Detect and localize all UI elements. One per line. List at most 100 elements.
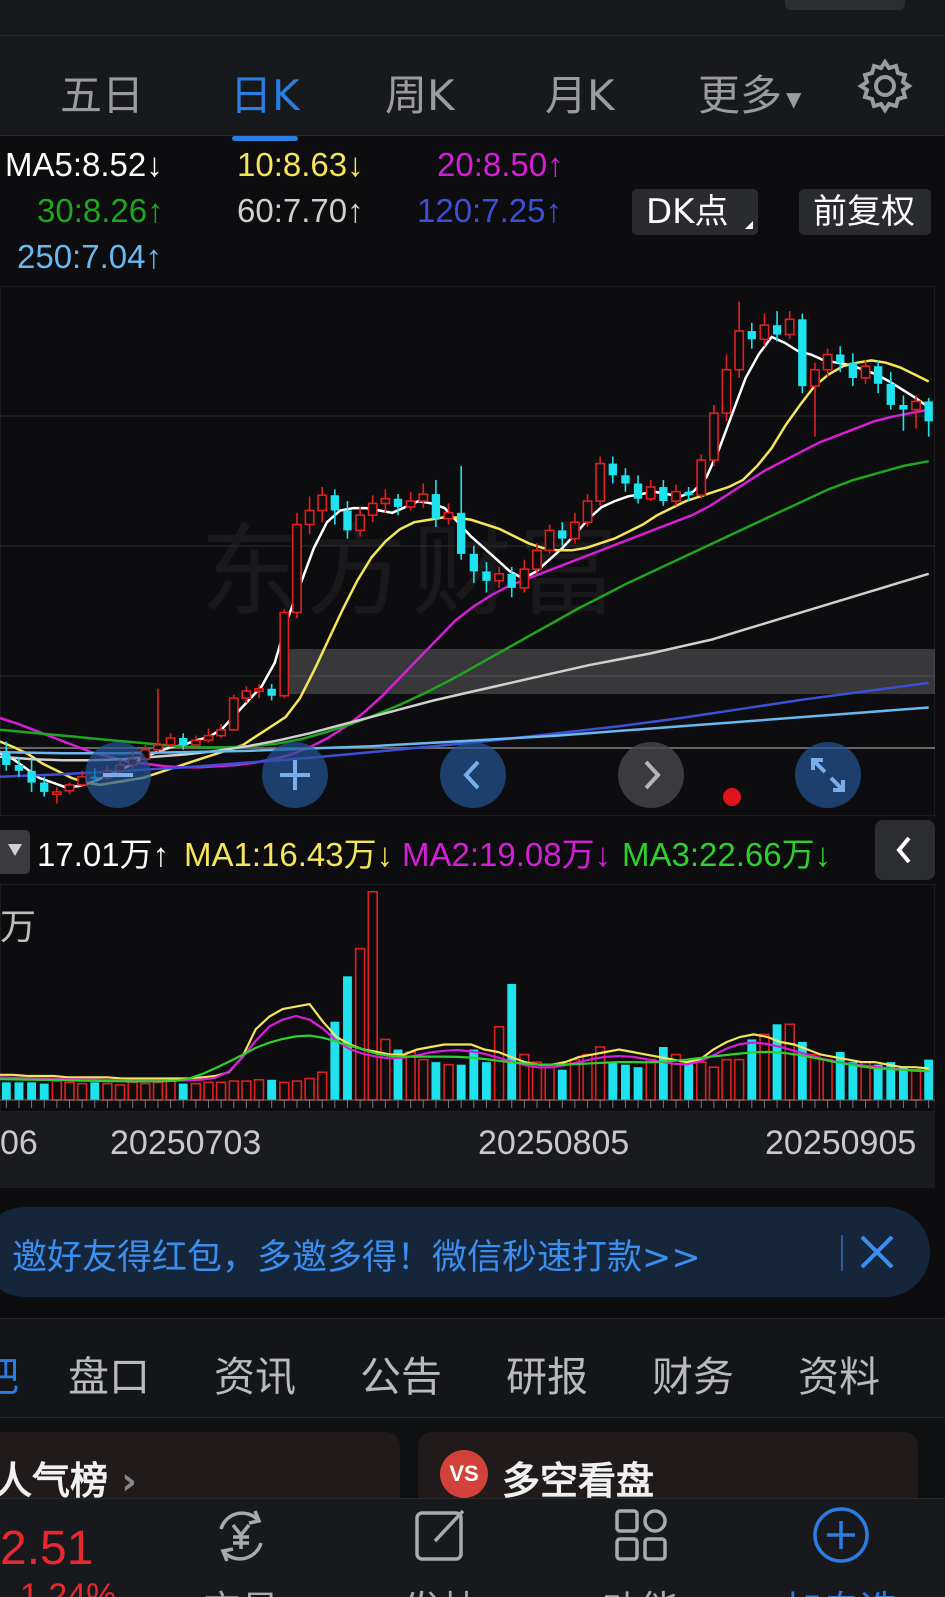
chart-grid [0, 286, 935, 816]
chart-right-button[interactable] [618, 742, 684, 808]
card-title: 多空看盘 [502, 1459, 655, 1498]
tab-forum[interactable]: 吧 [0, 1343, 19, 1403]
tab-five-day[interactable]: 五日 [60, 62, 144, 123]
volume-chart[interactable] [0, 884, 935, 1112]
volume-bar-up [51, 1080, 63, 1101]
volume-bar-up [316, 1071, 328, 1101]
ma60-text: 60:7.70 [237, 192, 348, 229]
candle-down [873, 366, 883, 384]
post-button[interactable]: 发帖 [366, 1499, 516, 1597]
volume-bar-up [152, 1081, 164, 1101]
candle-up [228, 697, 239, 731]
dk-label: DK点 [646, 192, 729, 232]
volume-bar-up [910, 1068, 922, 1101]
banner-separator [841, 1235, 843, 1271]
candle-up [519, 568, 530, 589]
tab-monthly-k[interactable]: 月K [545, 62, 615, 123]
candle-up [721, 368, 732, 414]
tab-announcements[interactable]: 公告 [360, 1343, 442, 1403]
volume-bar-up [733, 1058, 745, 1101]
chart-zoom-in-button[interactable] [262, 742, 328, 808]
tab-news[interactable]: 资讯 [214, 1343, 296, 1403]
candle-down [457, 512, 466, 554]
plus-icon [280, 760, 310, 790]
adjust-mode-button[interactable]: 前复权 [799, 189, 931, 235]
candle-up [734, 330, 745, 371]
settings-gear-icon[interactable] [857, 58, 913, 114]
volume-bar-up [354, 947, 366, 1101]
banner-text: 邀好友得红包，多邀多得！微信秒速打款>> [12, 1238, 701, 1278]
candle-up [291, 523, 302, 614]
volume-bar-up [241, 1080, 252, 1101]
volume-bar-up [140, 1082, 151, 1101]
tab-label: 月K [545, 71, 615, 120]
candle-up [822, 353, 833, 371]
candlestick-chart[interactable] [0, 286, 935, 816]
candle-up [494, 572, 505, 582]
candle-up [241, 690, 252, 699]
volume-bar-down [482, 1062, 491, 1100]
chart-minus-button[interactable] [85, 742, 151, 808]
ma250-text: 250:7.04 [17, 238, 146, 275]
candle-up [569, 521, 580, 540]
candle-up [254, 687, 264, 692]
functions-button[interactable]: 功能 [566, 1499, 716, 1597]
candle-up [165, 737, 176, 746]
dk-point-button[interactable]: DK点 [632, 189, 758, 235]
grid-apps-icon [615, 1509, 667, 1561]
ma5-value: MA5:8.52↓ [5, 146, 163, 183]
volume-legend: 17.01万↑ MA1:16.43万↓ MA2:19.08万↓ MA3:22.6… [0, 818, 945, 884]
change-percent: 1.24% [20, 1577, 117, 1597]
volume-bar-down [608, 1062, 618, 1100]
volume-bar-up [228, 1080, 239, 1101]
date-axis: 06 20250703 20250805 20250905 [0, 1112, 935, 1188]
volume-bar-up [544, 1066, 555, 1101]
candle-down [469, 553, 478, 572]
long-short-card[interactable]: VS 多空看盘 [418, 1432, 918, 1498]
trade-button[interactable]: 交易 [166, 1499, 316, 1597]
ma-line-ma5 [0, 335, 930, 789]
candle-up [809, 368, 820, 387]
ma10-value: 10:8.63↓ [237, 146, 364, 183]
tab-weekly-k[interactable]: 周K [385, 62, 455, 123]
card-title: 人气榜 › [0, 1450, 137, 1498]
tab-quote[interactable]: 盘口 [68, 1343, 150, 1403]
tab-daily-k[interactable]: 日K [230, 62, 300, 141]
tab-more[interactable]: 更多 ▼ [698, 62, 801, 123]
tab-finance[interactable]: 财务 [652, 1343, 734, 1403]
tab-research[interactable]: 研报 [506, 1343, 588, 1403]
add-watchlist-label: 加自选 [766, 1579, 916, 1597]
chart-fullscreen-button[interactable] [795, 742, 861, 808]
tab-profile[interactable]: 资料 [798, 1343, 880, 1403]
ma120-value: 120:7.25↑ [417, 192, 562, 229]
candle-down [924, 401, 933, 422]
candle-up [304, 509, 315, 526]
yuan-cycle-icon [219, 1510, 263, 1562]
volume-bar-up [203, 1081, 214, 1101]
add-watchlist-button[interactable]: 加自选 [766, 1499, 916, 1597]
volume-bar-down [1, 1082, 11, 1100]
chevron-left-icon [896, 836, 911, 864]
invite-banner[interactable]: 邀好友得红包，多邀多得！微信秒速打款>> [0, 1207, 930, 1297]
top-pill [785, 0, 905, 10]
candle-up [203, 734, 214, 742]
ma60-value: 60:7.70↑ [237, 192, 364, 229]
candle-down [899, 404, 908, 410]
chart-left-button[interactable] [440, 742, 506, 808]
volume-text: 17.01万 [37, 836, 153, 873]
volume-bar-up [418, 1058, 429, 1101]
candle-up [582, 500, 593, 524]
candle-up [355, 514, 366, 532]
candle-down [684, 491, 693, 496]
volume-indicator-dropdown[interactable] [0, 830, 30, 874]
popularity-card[interactable]: 人气榜 › [0, 1432, 400, 1498]
date-label: 20250703 [110, 1124, 262, 1162]
candle-down [14, 764, 24, 771]
ma-line-ma10 [0, 359, 930, 787]
date-label: 06 [0, 1124, 38, 1162]
candle-up [152, 744, 163, 751]
candle-down [179, 737, 188, 746]
collapse-button[interactable] [875, 820, 935, 880]
close-icon[interactable] [852, 1227, 902, 1277]
volume-bar-up [645, 1058, 656, 1101]
